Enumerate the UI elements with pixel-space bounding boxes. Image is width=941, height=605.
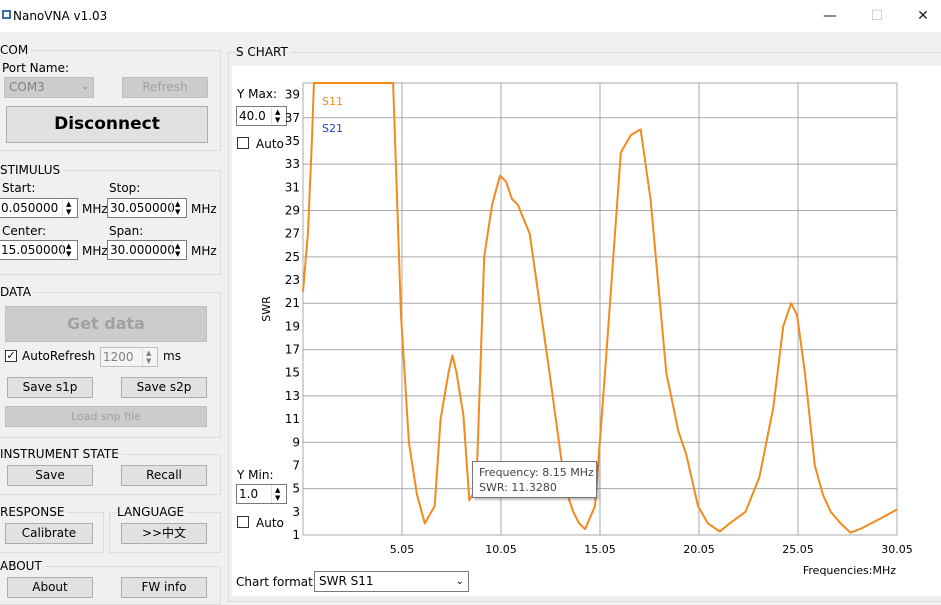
tooltip-swr: SWR: 11.3280 [479, 481, 557, 494]
y-tick-label: 15 [285, 366, 300, 380]
x-tick-label: 5.05 [390, 543, 415, 556]
y-tick-label: 13 [285, 389, 300, 403]
y-tick-label: 7 [292, 458, 300, 472]
y-tick-label: 37 [285, 111, 300, 125]
y-tick-label: 17 [285, 343, 300, 357]
y-tick-label: 5 [292, 482, 300, 496]
legend-s11: S11 [322, 95, 343, 108]
y-tick-label: 31 [285, 180, 300, 194]
x-tick-label: 15.05 [584, 543, 616, 556]
x-tick-label: 25.05 [782, 543, 814, 556]
y-tick-label: 1 [292, 528, 300, 542]
data-tooltip: Frequency: 8.15 MHz SWR: 11.3280 [472, 461, 597, 498]
swr-chart: 5.05 10.05 15.05 20.05 25.05 30.0513579111315… [260, 82, 913, 577]
y-tick-label: 33 [285, 157, 300, 171]
y-tick-label: 25 [285, 250, 300, 264]
y-tick-label: 23 [285, 273, 300, 287]
x-axis-label: Frequencies:MHz [803, 564, 896, 577]
y-tick-label: 35 [285, 134, 300, 148]
y-tick-label: 39 [285, 88, 300, 102]
y-tick-label: 21 [285, 296, 300, 310]
x-tick-label: 10.05 [485, 543, 517, 556]
y-tick-label: 9 [292, 435, 300, 449]
y-tick-label: 11 [285, 412, 300, 426]
y-tick-label: 27 [285, 227, 300, 241]
legend-s21: S21 [322, 122, 343, 135]
y-axis-label: SWR [260, 296, 273, 322]
x-tick-label: 30.05 [881, 543, 913, 556]
x-tick-label: 20.05 [683, 543, 715, 556]
y-tick-label: 19 [285, 319, 300, 333]
y-tick-label: 29 [285, 203, 300, 217]
y-tick-label: 3 [292, 505, 300, 519]
tooltip-frequency: Frequency: 8.15 MHz [479, 466, 594, 479]
